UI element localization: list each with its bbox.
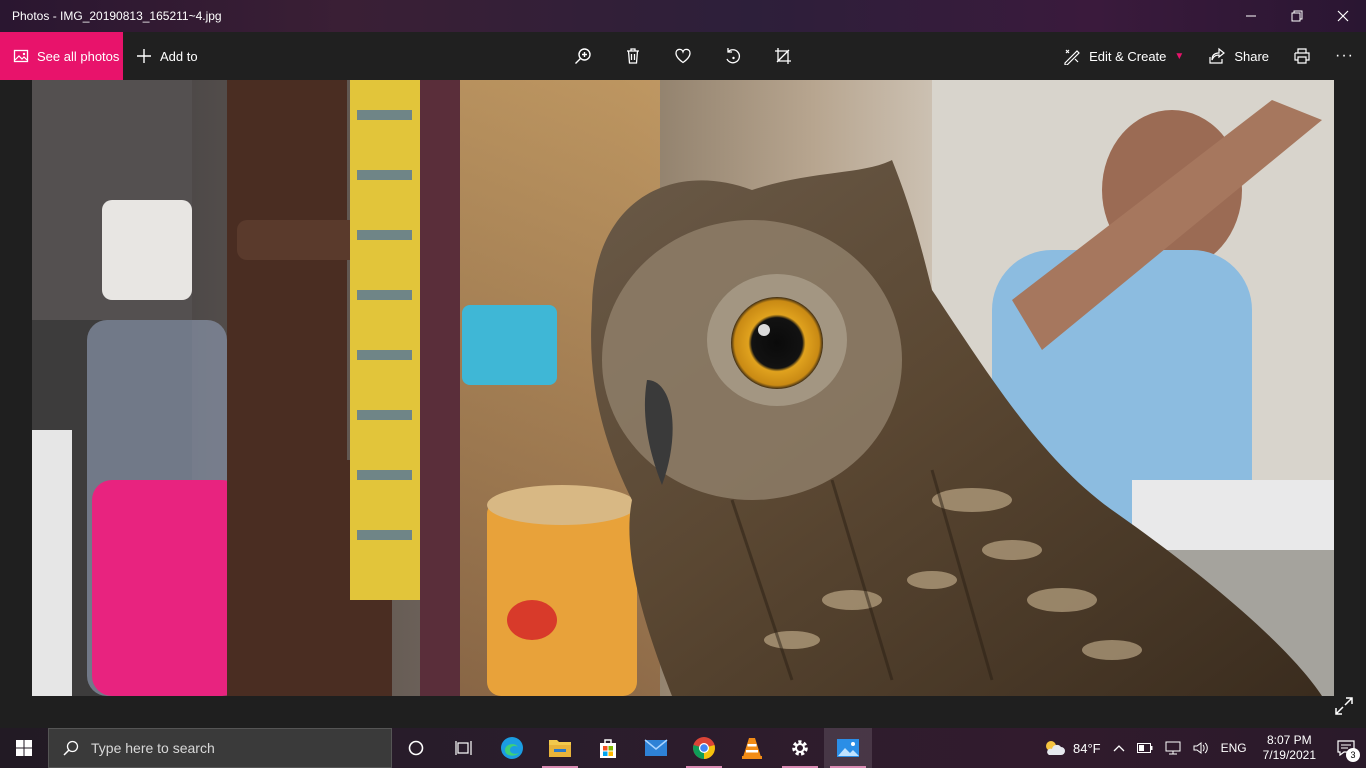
vlc-app[interactable] [728, 728, 776, 768]
battery-button[interactable] [1131, 728, 1159, 768]
photos-app-icon [837, 739, 859, 757]
expand-icon[interactable] [1334, 696, 1354, 716]
photo-image[interactable] [32, 80, 1334, 696]
chevron-up-icon [1113, 745, 1125, 752]
network-icon [1165, 741, 1181, 755]
clock[interactable]: 8:07 PM 7/19/2021 [1253, 733, 1326, 763]
clock-time: 8:07 PM [1266, 733, 1312, 747]
mail-app[interactable] [632, 728, 680, 768]
edit-create-button[interactable]: Edit & Create ▼ [1051, 32, 1196, 80]
plus-icon [137, 49, 151, 63]
more-icon: ··· [1335, 47, 1354, 64]
rotate-button[interactable] [708, 32, 758, 80]
right-tools: Edit & Create ▼ Share ··· [1051, 32, 1366, 80]
delete-button[interactable] [608, 32, 658, 80]
language-label: ENG [1220, 741, 1247, 755]
file-explorer-app[interactable] [536, 728, 584, 768]
language-indicator[interactable]: ENG [1215, 728, 1253, 768]
volume-button[interactable] [1187, 728, 1215, 768]
edit-create-label: Edit & Create [1089, 48, 1167, 64]
gear-icon [792, 740, 808, 756]
photos-icon [13, 49, 29, 63]
chrome-icon [693, 737, 715, 759]
rotate-icon [726, 48, 740, 64]
clock-date: 7/19/2021 [1262, 748, 1316, 762]
task-view-button[interactable] [440, 728, 488, 768]
weather-temp: 84°F [1072, 740, 1101, 756]
close-button[interactable] [1320, 0, 1366, 32]
see-all-photos-label: See all photos [37, 48, 120, 64]
windows-icon [16, 740, 32, 756]
see-all-photos-button[interactable]: See all photos [0, 32, 123, 80]
share-label: Share [1234, 48, 1270, 64]
notification-badge: 3 [1346, 748, 1360, 762]
task-view-icon [455, 741, 472, 755]
favorite-button[interactable] [658, 32, 708, 80]
toolbar: See all photos Add to Edit & Create ▼ Sh… [0, 32, 1366, 80]
edit-create-icon [1064, 49, 1080, 65]
zoom-in-icon [575, 48, 591, 64]
title-bar: Photos - IMG_20190813_165211~4.jpg [0, 0, 1366, 32]
chevron-down-icon: ▼ [1174, 50, 1185, 62]
system-tray: 84°F ENG 8:07 PM 7/19/2021 3 [1037, 728, 1366, 768]
search-icon [63, 740, 79, 756]
taskbar-search-box[interactable]: Type here to search [48, 728, 392, 768]
search-placeholder: Type here to search [91, 740, 215, 756]
vlc-icon [742, 738, 762, 759]
battery-icon [1136, 743, 1153, 753]
more-options-button[interactable]: ··· [1323, 32, 1366, 80]
chrome-app[interactable] [680, 728, 728, 768]
store-icon [600, 739, 616, 758]
owl-photo [32, 80, 1334, 696]
notifications-button[interactable]: 3 [1326, 728, 1366, 768]
cortana-icon [408, 740, 424, 756]
cortana-button[interactable] [392, 728, 440, 768]
minimize-icon [1246, 15, 1256, 17]
center-tools [558, 32, 808, 80]
weather-widget[interactable]: 84°F [1037, 728, 1107, 768]
show-hidden-icons-button[interactable] [1107, 728, 1131, 768]
zoom-button[interactable] [558, 32, 608, 80]
photos-app[interactable] [824, 728, 872, 768]
store-app[interactable] [584, 728, 632, 768]
window-title: Photos - IMG_20190813_165211~4.jpg [12, 9, 222, 23]
taskbar: Type here to search 84°F ENG 8:07 PM 7/1… [0, 728, 1366, 768]
weather-icon [1045, 741, 1065, 755]
settings-app[interactable] [776, 728, 824, 768]
restore-button[interactable] [1274, 0, 1320, 32]
restore-icon [1291, 10, 1303, 22]
add-to-label: Add to [160, 48, 198, 64]
close-icon [1337, 10, 1349, 22]
share-icon [1209, 47, 1226, 64]
crop-icon [775, 48, 791, 64]
share-button[interactable]: Share [1196, 32, 1281, 80]
mail-icon [644, 739, 668, 756]
minimize-button[interactable] [1228, 0, 1274, 32]
add-to-button[interactable]: Add to [123, 32, 208, 80]
crop-button[interactable] [758, 32, 808, 80]
heart-icon [675, 48, 691, 64]
edge-app[interactable] [488, 728, 536, 768]
photo-viewer [0, 80, 1366, 728]
edge-icon [501, 737, 523, 759]
print-button[interactable] [1281, 32, 1323, 80]
printer-icon [1294, 48, 1310, 64]
folder-icon [549, 740, 571, 757]
trash-icon [627, 48, 639, 64]
volume-icon [1193, 742, 1208, 754]
network-button[interactable] [1159, 728, 1187, 768]
start-button[interactable] [0, 728, 48, 768]
